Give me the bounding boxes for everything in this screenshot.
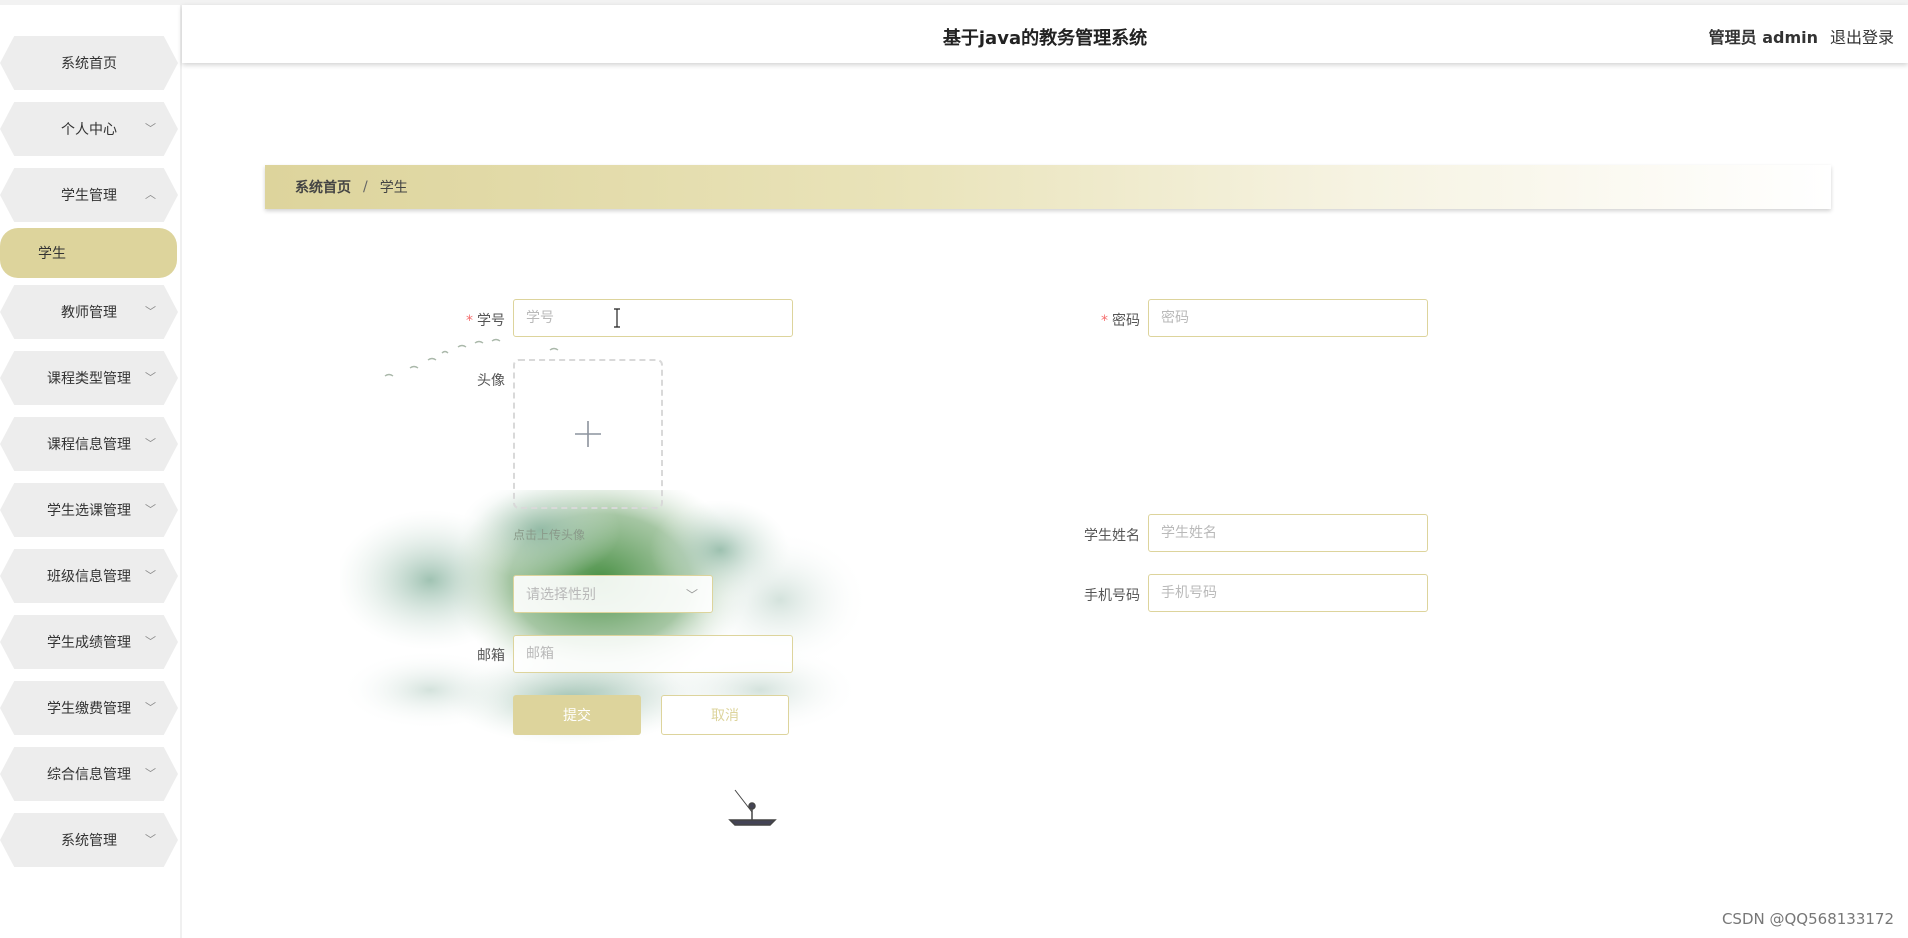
- sidebar-item-label: 综合信息管理: [47, 767, 131, 783]
- email-input[interactable]: [513, 635, 793, 673]
- sidebar-item-class-info-management[interactable]: 班级信息管理 ﹀: [0, 549, 178, 603]
- sidebar-item-course-selection-management[interactable]: 学生选课管理 ﹀: [0, 483, 178, 537]
- chevron-up-icon: ︿: [145, 188, 156, 201]
- chevron-down-icon: ﹀: [145, 833, 156, 846]
- chevron-down-icon: ﹀: [145, 305, 156, 318]
- sidebar-item-label: 课程信息管理: [47, 437, 131, 453]
- chevron-down-icon: ﹀: [145, 503, 156, 516]
- sidebar-item-label: 教师管理: [61, 305, 117, 321]
- sidebar-item-label: 学生成绩管理: [47, 635, 131, 651]
- plus-icon: [575, 421, 601, 447]
- sidebar-item-course-info-management[interactable]: 课程信息管理 ﹀: [0, 417, 178, 471]
- required-mark: *: [466, 313, 473, 329]
- sidebar-item-system-management[interactable]: 系统管理 ﹀: [0, 813, 178, 867]
- sidebar-item-label: 课程类型管理: [47, 371, 131, 387]
- avatar-upload-hint: 点击上传头像: [513, 528, 586, 542]
- sidebar-item-general-info-management[interactable]: 综合信息管理 ﹀: [0, 747, 178, 801]
- sidebar-item-label: 个人中心: [61, 122, 117, 138]
- chevron-down-icon: ﹀: [145, 701, 156, 714]
- sidebar-item-label: 系统首页: [61, 56, 117, 72]
- sidebar-item-teacher-management[interactable]: 教师管理 ﹀: [0, 285, 178, 339]
- sidebar-item-grade-management[interactable]: 学生成绩管理 ﹀: [0, 615, 178, 669]
- gender-select[interactable]: 请选择性别 ﹀: [513, 575, 713, 613]
- sidebar-subitem-label: 学生: [38, 246, 66, 262]
- breadcrumb-separator: /: [363, 179, 368, 195]
- sidebar-item-payment-management[interactable]: 学生缴费管理 ﹀: [0, 681, 178, 735]
- chevron-down-icon: ﹀: [145, 437, 156, 450]
- page-title: 基于java的教务管理系统: [942, 28, 1148, 49]
- chevron-down-icon: ﹀: [145, 635, 156, 648]
- current-user: 管理员 admin: [1708, 28, 1818, 47]
- sidebar-item-label: 学生管理: [61, 188, 117, 204]
- chevron-down-icon: ﹀: [685, 588, 698, 602]
- cancel-button[interactable]: 取消: [661, 695, 789, 735]
- sidebar-item-home[interactable]: 系统首页: [0, 36, 178, 90]
- chevron-down-icon: ﹀: [145, 371, 156, 384]
- sidebar-item-label: 系统管理: [61, 833, 117, 849]
- student-id-input[interactable]: [513, 299, 793, 337]
- logout-link[interactable]: 退出登录: [1830, 24, 1894, 48]
- sidebar-item-label: 班级信息管理: [47, 569, 131, 585]
- chevron-down-icon: ﹀: [145, 122, 156, 135]
- avatar-upload[interactable]: [513, 359, 663, 509]
- sidebar-subitem-student[interactable]: 学生: [0, 228, 177, 278]
- phone-input[interactable]: [1148, 574, 1428, 612]
- text-cursor-icon: [614, 308, 620, 328]
- chevron-down-icon: ﹀: [145, 569, 156, 582]
- sidebar-item-personal-center[interactable]: 个人中心 ﹀: [0, 102, 178, 156]
- breadcrumb: 系统首页 / 学生: [265, 165, 1831, 209]
- sidebar: 系统首页 个人中心 ﹀ 学生管理 ︿ 学生 教师管理 ﹀ 课程类型管理 ﹀ 课程…: [0, 5, 182, 938]
- header: 基于java的教务管理系统 管理员 admin 退出登录: [182, 5, 1908, 63]
- password-label: * 密码: [1090, 310, 1140, 330]
- breadcrumb-current: 学生: [379, 180, 408, 196]
- password-label-text: 密码: [1112, 313, 1140, 329]
- phone-label: 手机号码: [1084, 588, 1140, 604]
- sidebar-item-label: 学生选课管理: [47, 503, 131, 519]
- name-label: 学生姓名: [1084, 528, 1140, 544]
- password-input[interactable]: [1148, 299, 1428, 337]
- sidebar-item-course-type-management[interactable]: 课程类型管理 ﹀: [0, 351, 178, 405]
- sidebar-item-student-management[interactable]: 学生管理 ︿: [0, 168, 178, 222]
- student-name-input[interactable]: [1148, 514, 1428, 552]
- watermark: CSDN @QQ568133172: [1721, 910, 1894, 928]
- breadcrumb-home[interactable]: 系统首页: [295, 177, 351, 197]
- student-id-label: * 学号: [455, 310, 505, 330]
- email-label: 邮箱: [477, 648, 505, 664]
- chevron-down-icon: ﹀: [145, 767, 156, 780]
- submit-button[interactable]: 提交: [513, 695, 641, 735]
- required-mark: *: [1101, 313, 1108, 329]
- gender-select-placeholder: 请选择性别: [526, 587, 596, 603]
- avatar-label: 头像: [477, 373, 505, 389]
- sidebar-item-label: 学生缴费管理: [47, 701, 131, 717]
- student-id-label-text: 学号: [477, 313, 505, 329]
